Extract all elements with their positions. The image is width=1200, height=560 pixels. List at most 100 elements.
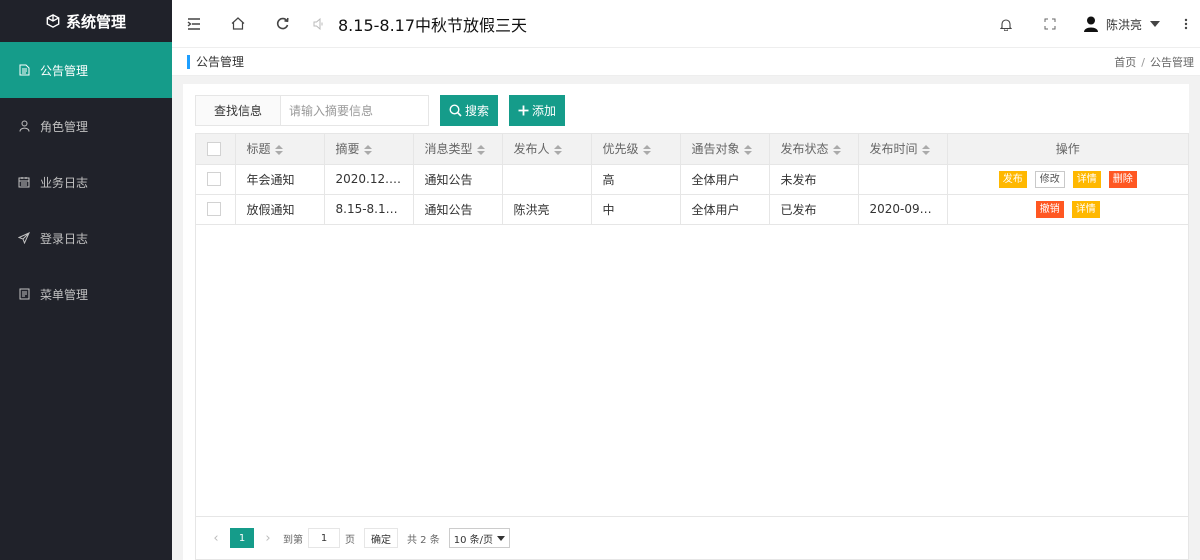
speaker-icon (313, 17, 323, 30)
cell-type: 通知公告 (413, 164, 503, 195)
menu-toggle-button[interactable] (172, 0, 216, 48)
column-header-label: 摘要 (335, 142, 360, 157)
fullscreen-button[interactable] (1028, 0, 1072, 48)
home-icon (231, 17, 245, 30)
row-checkbox[interactable] (207, 202, 221, 217)
page-title: 公告管理 (187, 54, 244, 69)
sidebar-item-label: 登录日志 (40, 231, 89, 246)
row-select-cell[interactable] (196, 164, 236, 195)
document-icon (18, 64, 30, 76)
action-button[interactable]: 详情 (1071, 200, 1100, 218)
sidebar: 系统管理 公告管理 角色管理业务日志登录日志菜单管理 (0, 0, 172, 560)
search-input[interactable] (281, 95, 429, 126)
row-select-cell[interactable] (196, 194, 236, 225)
app-logo[interactable]: 系统管理 (0, 0, 172, 42)
column-header[interactable]: 发布状态 (769, 134, 859, 165)
action-button[interactable]: 删除 (1108, 170, 1137, 188)
column-header[interactable]: 通告对象 (680, 134, 770, 165)
sidebar-item-0[interactable]: 公告管理 (0, 42, 172, 98)
user-menu[interactable]: 陈洪亮 (1072, 16, 1172, 33)
notification-button[interactable] (984, 0, 1028, 48)
refresh-button[interactable] (260, 0, 304, 48)
list-icon (18, 288, 30, 300)
action-button[interactable]: 撤销 (1035, 200, 1064, 218)
goto-page-input[interactable]: 1 (308, 528, 340, 548)
cell-actions: 发布 修改 详情 删除 (947, 164, 1188, 195)
cell-summary: 2020.12.3... (324, 164, 414, 195)
app-title: 系统管理 (65, 12, 126, 31)
top-header: 8.15-8.17中秋节放假三天 陈洪亮 (172, 0, 1200, 48)
goto-suffix: 页 (345, 534, 355, 546)
sidebar-item-4[interactable]: 菜单管理 (0, 266, 172, 322)
column-header-label: 发布状态 (780, 142, 829, 157)
breadcrumb-home[interactable]: 首页 (1114, 56, 1136, 69)
chevron-down-icon (497, 535, 506, 541)
home-button[interactable] (216, 0, 260, 48)
column-header-label: 通告对象 (691, 142, 740, 157)
column-header[interactable]: 标题 (235, 134, 325, 165)
main-panel: 查找信息 搜索 添加 标题 摘要 消息类型 发布人 优先级 通告对象 发布状态 发布时间 操作 … (183, 84, 1189, 560)
table-row: 年会通知 2020.12.3... 通知公告 高全体用户 未发布 发布 修改 详情 删除 (196, 164, 1188, 195)
sort-icon[interactable] (363, 144, 372, 155)
search-button[interactable]: 搜索 (440, 95, 499, 126)
cell-priority: 高 (591, 164, 681, 195)
cell-time: 2020-09-2... (858, 194, 948, 225)
sort-icon[interactable] (476, 144, 485, 155)
sort-icon[interactable] (274, 144, 283, 155)
cell-publisher: 陈洪亮 (502, 194, 592, 225)
column-header-label: 消息类型 (424, 142, 473, 157)
sort-icon[interactable] (553, 144, 562, 155)
more-button[interactable] (1172, 0, 1200, 48)
action-button[interactable]: 发布 (998, 170, 1027, 188)
fullscreen-icon (1044, 18, 1056, 30)
next-page-icon[interactable]: › (258, 531, 278, 546)
column-header-label: 优先级 (602, 142, 639, 157)
table-header-row: 标题 摘要 消息类型 发布人 优先级 通告对象 发布状态 发布时间 操作 (196, 134, 1188, 165)
sidebar-item-2[interactable]: 业务日志 (0, 154, 172, 210)
page-size-select[interactable]: 10 条/页 (448, 528, 511, 548)
bell-icon (999, 18, 1012, 31)
page-number-current[interactable]: 1 (230, 528, 254, 548)
sort-icon[interactable] (832, 144, 841, 155)
sidebar-item-3[interactable]: 登录日志 (0, 210, 172, 266)
more-vertical-icon (1184, 18, 1188, 30)
cube-icon (46, 14, 60, 28)
cell-status: 已发布 (769, 194, 859, 225)
cell-actions: 撤销 详情 (947, 194, 1188, 225)
sort-icon[interactable] (921, 144, 930, 155)
sidebar-item-1[interactable]: 角色管理 (0, 98, 172, 154)
sort-icon[interactable] (642, 144, 651, 155)
prev-page-icon[interactable]: ‹ (206, 531, 226, 546)
column-header-label: 发布人 (513, 142, 550, 157)
sort-icon[interactable] (743, 144, 752, 155)
total-count: 共 2 条 (407, 534, 440, 546)
goto-confirm-button[interactable]: 确定 (364, 528, 398, 548)
select-all-checkbox[interactable] (207, 142, 221, 156)
row-checkbox[interactable] (207, 172, 221, 187)
add-button[interactable]: 添加 (509, 95, 566, 126)
column-header[interactable]: 发布时间 (858, 134, 948, 165)
column-header-label: 标题 (246, 142, 271, 157)
column-header-label: 发布时间 (869, 142, 918, 157)
column-header[interactable]: 优先级 (591, 134, 681, 165)
cell-publisher (502, 164, 592, 195)
column-header[interactable]: 消息类型 (413, 134, 503, 165)
notice-marquee: 8.15-8.17中秋节放假三天 (338, 15, 528, 35)
action-button[interactable]: 修改 (1034, 170, 1065, 188)
column-header[interactable]: 发布人 (502, 134, 592, 165)
goto-prefix: 到第 (283, 534, 303, 546)
add-button-label: 添加 (532, 104, 557, 118)
sidebar-item-label: 菜单管理 (40, 287, 89, 302)
breadcrumb-current: 公告管理 (1150, 55, 1194, 69)
notice-speaker (304, 0, 334, 48)
notice-table: 标题 摘要 消息类型 发布人 优先级 通告对象 发布状态 发布时间 操作 年会通知 2020.12… (195, 133, 1189, 517)
select-all-cell[interactable] (196, 134, 236, 165)
action-button[interactable]: 详情 (1072, 170, 1101, 188)
sidebar-item-label: 业务日志 (40, 175, 89, 190)
pagination: ‹ 1 › 到第 1 页 确定 共 2 条 10 条/页 (195, 517, 1189, 560)
cell-target: 全体用户 (680, 164, 770, 195)
column-header[interactable]: 摘要 (324, 134, 414, 165)
search-label: 查找信息 (195, 95, 281, 126)
column-header: 操作 (947, 134, 1188, 165)
menu-fold-icon (187, 17, 200, 30)
